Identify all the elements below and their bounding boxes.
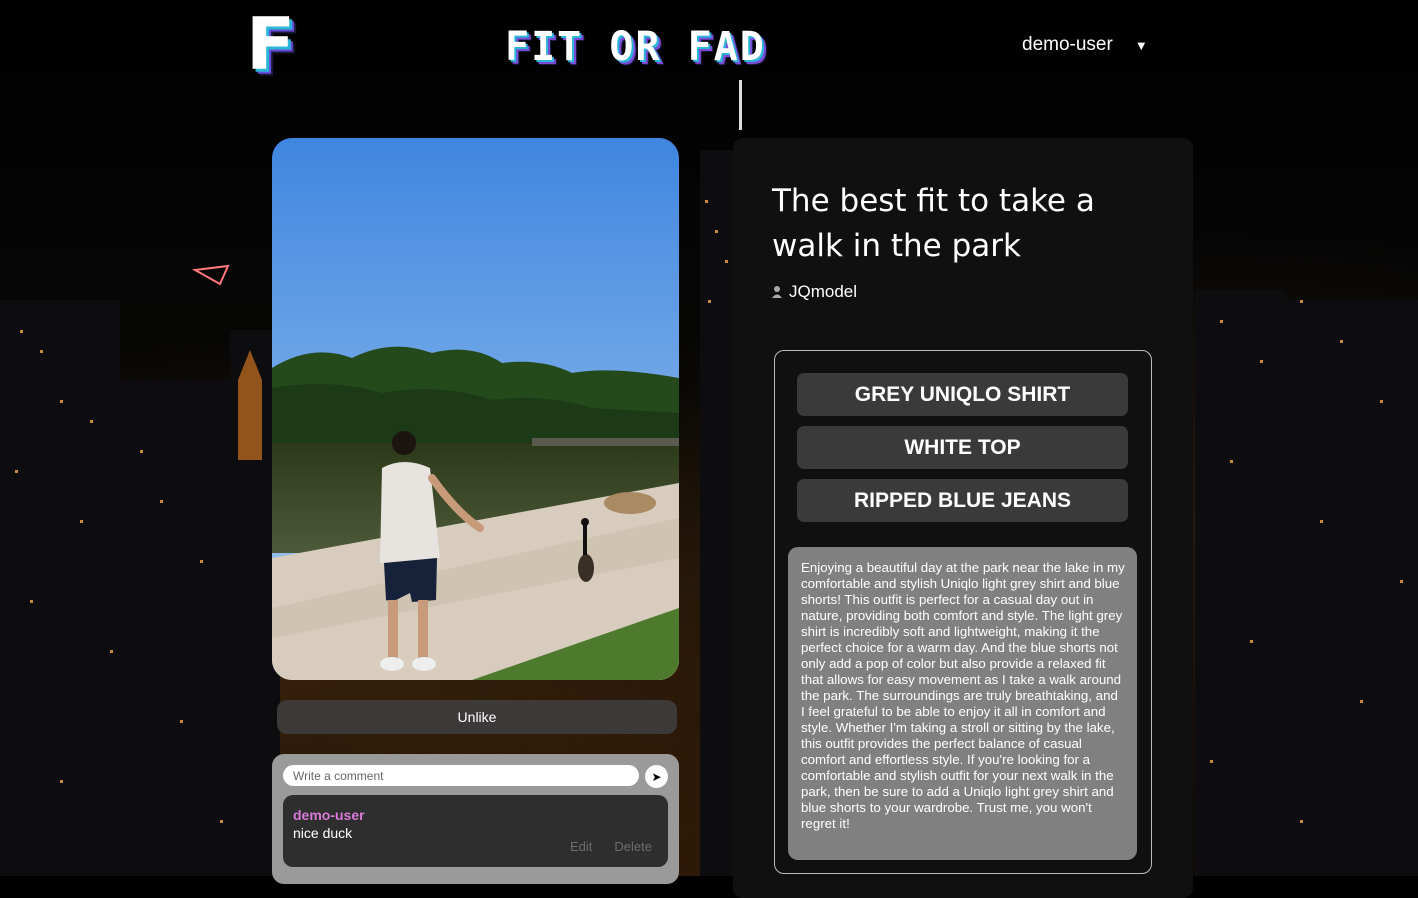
author-name[interactable]: JQmodel bbox=[789, 282, 857, 302]
post-title: The best fit to take a walk in the park bbox=[772, 183, 1095, 264]
unlike-button[interactable]: Unlike bbox=[277, 700, 677, 734]
comment-author[interactable]: demo-user bbox=[293, 807, 365, 823]
outfit-photo bbox=[272, 138, 679, 680]
item-grey-uniqlo-shirt[interactable]: GREY UNIQLO SHIRT bbox=[797, 373, 1128, 416]
username-label[interactable]: demo-user bbox=[1022, 34, 1113, 56]
site-header: F FIT OR FAD demo-user ▼ bbox=[0, 0, 1418, 100]
edit-comment-button[interactable]: Edit bbox=[570, 839, 592, 854]
post-author[interactable]: JQmodel bbox=[771, 282, 857, 302]
comment-actions: Edit Delete bbox=[570, 839, 652, 854]
site-logo[interactable]: F bbox=[246, 8, 300, 80]
site-title[interactable]: FIT OR FAD bbox=[505, 24, 817, 70]
send-arrow-icon[interactable]: ➤ bbox=[645, 765, 668, 788]
user-menu[interactable]: demo-user ▼ bbox=[1022, 33, 1148, 57]
caret-down-icon[interactable]: ▼ bbox=[1135, 38, 1148, 53]
item-white-top[interactable]: WHITE TOP bbox=[797, 426, 1128, 469]
comments-section: ➤ demo-user nice duck Edit Delete bbox=[272, 754, 679, 884]
post-detail-panel: The best fit to take a walk in the park … bbox=[733, 138, 1193, 898]
post-description: Enjoying a beautiful day at the park nea… bbox=[788, 547, 1137, 860]
clothing-items-box: GREY UNIQLO SHIRT WHITE TOP RIPPED BLUE … bbox=[774, 350, 1152, 874]
city-night-background bbox=[0, 80, 1418, 876]
item-ripped-blue-jeans[interactable]: RIPPED BLUE JEANS bbox=[797, 479, 1128, 522]
comment-input[interactable] bbox=[283, 765, 639, 786]
comment-item: demo-user nice duck Edit Delete bbox=[283, 795, 668, 867]
delete-comment-button[interactable]: Delete bbox=[614, 839, 652, 854]
park-photo-image bbox=[272, 138, 679, 680]
user-icon bbox=[772, 286, 782, 298]
comment-text: nice duck bbox=[293, 825, 353, 841]
